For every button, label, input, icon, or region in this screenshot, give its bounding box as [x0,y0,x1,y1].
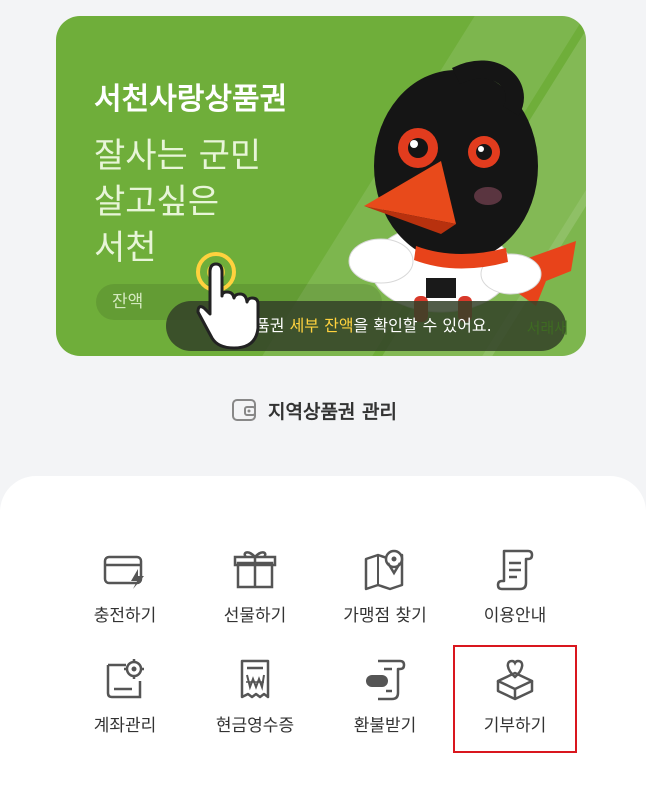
menu-label: 충전하기 [93,606,157,626]
scroll-icon [496,549,534,591]
map-pin-icon [364,549,404,591]
tap-hand-icon [196,252,260,350]
selection-highlight [453,645,577,753]
menu-item-account[interactable]: 계좌관리 [70,645,180,736]
menu-item-gift[interactable]: 선물하기 [200,535,310,626]
slogan-line: 살고싶은 [94,182,220,222]
menu-item-refund[interactable]: 환불받기 [330,645,440,736]
menu-label: 가맹점 찾기 [343,606,427,626]
receipt-won-icon [240,659,270,699]
menu-label: 환불받기 [353,716,417,736]
wallet-icon [232,399,256,421]
card-title: 서천사랑상품권 [94,82,288,117]
menu-item-guide[interactable]: 이용안내 [460,535,570,626]
slogan-line: 잘사는 군민 [94,136,262,176]
mascot-magpie-icon [348,60,576,322]
account-gear-icon [106,659,144,699]
slogan-line: 서천 [94,228,157,268]
gift-card-banner[interactable]: 서천사랑상품권 잘사는 군민 살고싶은 서천 잔액 상품권 세부 잔액을 확인할… [56,16,586,356]
refund-scroll-icon [366,659,406,701]
tooltip-highlight: 세부 잔액 [289,316,354,335]
menu-label: 이용안내 [483,606,547,626]
mascot-name: 서래새 [526,319,568,337]
manage-label: 지역상품권 관리 [268,400,397,423]
menu-label: 계좌관리 [93,716,157,736]
menu-label: 현금영수증 [215,716,295,736]
menu-label: 선물하기 [223,606,287,626]
menu-item-store-finder[interactable]: 가맹점 찾기 [330,535,440,626]
card-charge-icon [103,555,144,589]
tooltip-suffix: 을 확인할 수 있어요. [353,316,492,335]
menu-item-cash-receipt[interactable]: 현금영수증 [200,645,310,736]
local-voucher-manage-link[interactable]: 지역상품권 관리 [230,392,397,428]
menu-item-charge[interactable]: 충전하기 [70,535,180,626]
gift-icon [233,551,277,589]
